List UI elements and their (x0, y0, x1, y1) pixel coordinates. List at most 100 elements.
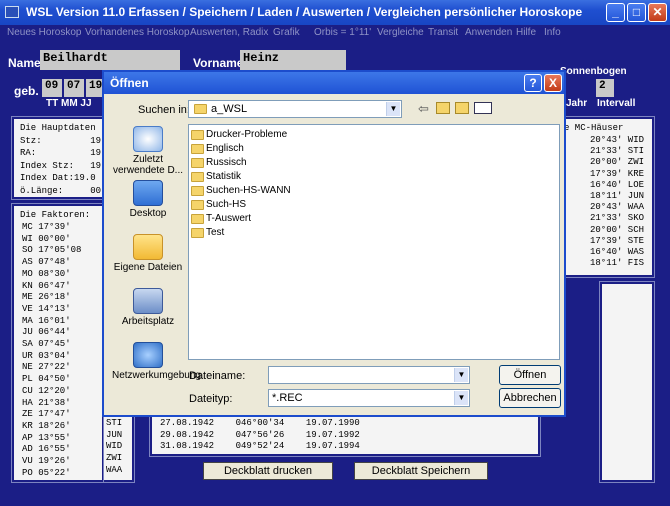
desktop-icon (133, 180, 163, 206)
menu-neues-horoskop[interactable]: Neues Horoskop (7, 27, 81, 38)
close-button[interactable]: ✕ (648, 3, 667, 22)
hauptdaten-panel: Die Hauptdaten Stz: 19 RA: 19 Index Stz: 19… (11, 116, 105, 200)
place-recent-label: Zuletzt verwendete D... (112, 154, 184, 176)
back-arrow-icon[interactable]: ⇦ (418, 101, 429, 117)
folder-item[interactable]: Such-HS (191, 199, 331, 212)
folder-item[interactable]: Drucker-Probleme (191, 129, 331, 142)
sign-cell: STI (106, 418, 123, 428)
geb-label: geb. (14, 84, 39, 98)
hauptdaten-line: RA: 19 (20, 148, 102, 158)
day-field[interactable]: 09 (42, 79, 62, 97)
app-icon (5, 6, 19, 18)
filename-label: Dateiname: (189, 370, 246, 382)
sign-cell: WAA (106, 464, 123, 475)
haus-row: 18°11' FIS (590, 258, 645, 269)
place-recent[interactable]: Zuletzt verwendete D... (112, 126, 184, 176)
vorname-field[interactable]: Heinz (240, 50, 346, 70)
menu-auswerten-radix[interactable]: Auswerten, Radix (190, 27, 268, 38)
filename-input[interactable]: ▼ (268, 366, 470, 384)
faktor-row: AS 07°48' (22, 257, 71, 268)
place-documents[interactable]: Eigene Dateien (112, 234, 184, 273)
folder-name: Suchen-HS-WANN (206, 185, 291, 196)
faktor-row: MA 16°01' (22, 315, 71, 326)
folder-item[interactable]: Statistik (191, 171, 331, 184)
menu-vorhandenes-horoskop[interactable]: Vorhandenes Horoskop (85, 27, 190, 38)
main-titlebar: WSL Version 11.0 Erfassen / Speichern / … (0, 0, 670, 25)
menu-hilfe[interactable]: Hilfe (516, 27, 536, 38)
maximize-button[interactable]: □ (627, 3, 646, 22)
faktor-row: MC 17°39' (22, 222, 71, 232)
deckblatt-drucken-button[interactable]: Deckblatt drucken (203, 462, 333, 480)
date-row: 31.08.1942 049°52'24 19.07.1994 (160, 441, 360, 452)
folder-name: Such-HS (206, 199, 247, 210)
folder-name: Statistik (206, 171, 242, 182)
menu-anwenden[interactable]: Anwenden (465, 27, 512, 38)
folder-item[interactable]: T-Auswert (191, 213, 331, 226)
faktoren-title: Die Faktoren: (20, 210, 91, 220)
chevron-down-icon[interactable]: ▼ (454, 368, 468, 382)
faktor-row: AD 16°55' (22, 444, 71, 455)
hauptdaten-line: ö.Länge: 00 (20, 185, 102, 196)
folder-item[interactable]: Russisch (191, 157, 331, 170)
folder-icon (191, 172, 204, 182)
folder-icon (191, 158, 204, 168)
lookin-combo[interactable]: a_WSL ▼ (188, 100, 402, 118)
menu-info[interactable]: Info (544, 27, 561, 38)
faktor-row: NE 27°22' (22, 362, 71, 373)
deckblatt-speichern-button[interactable]: Deckblatt Speichern (354, 462, 488, 480)
place-network[interactable]: Netzwerkumgebung (112, 342, 201, 381)
menu-vergleiche[interactable]: Vergleiche (377, 27, 424, 38)
folder-icon (191, 200, 204, 210)
folder-icon (191, 130, 204, 140)
haus-row: 20°43' WAA (590, 202, 645, 213)
right-blank-panel (599, 281, 655, 483)
menu-transit[interactable]: Transit (428, 27, 458, 38)
hauptdaten-line: Stz: 19 (20, 135, 102, 146)
faktor-row: AP 13°55' (22, 432, 71, 443)
haus-row: 21°33' SKO (590, 213, 645, 224)
faktor-row: HA 21°38' (22, 397, 71, 408)
folder-item[interactable]: Suchen-HS-WANN (191, 185, 331, 198)
month-field[interactable]: 07 (64, 79, 84, 97)
dialog-close-button[interactable]: X (544, 74, 562, 92)
faktor-row: PO 05°22' (22, 467, 71, 478)
faktor-row: VU 19°26' (22, 456, 71, 466)
faktor-row: CU 12°20' (22, 385, 71, 396)
folder-name: Englisch (206, 143, 244, 154)
chevron-down-icon[interactable]: ▼ (386, 102, 400, 116)
hauptdaten-line: Index Stz: 19 (20, 160, 102, 171)
place-desktop-label: Desktop (129, 208, 167, 219)
name-field[interactable]: Beilhardt (40, 50, 180, 70)
sonnenbogen-field[interactable]: 2 (596, 79, 614, 97)
new-folder-icon[interactable] (455, 102, 469, 114)
place-computer[interactable]: Arbeitsplatz (112, 288, 184, 327)
haus-row: 17°39' STE (590, 235, 645, 246)
sign-cell: JUN (106, 429, 123, 440)
intervall-label: Intervall (597, 98, 636, 109)
view-menu-icon[interactable] (474, 102, 492, 114)
faktor-row: KR 18°26' (22, 420, 71, 431)
haus-row: 20°43' WID (590, 135, 645, 145)
place-desktop[interactable]: Desktop (112, 180, 184, 219)
chevron-down-icon[interactable]: ▼ (454, 391, 468, 405)
folder-name: Test (206, 227, 225, 238)
jahr-label: Jahr (566, 98, 588, 109)
menu-grafik[interactable]: Grafik (273, 27, 300, 38)
faktor-row: SO 17°05'08 (22, 245, 82, 256)
cancel-button[interactable]: Abbrechen (499, 388, 561, 408)
menu-orbis[interactable]: Orbis = 1°11' (314, 27, 371, 38)
up-folder-icon[interactable] (436, 102, 450, 114)
folder-item[interactable]: Test (191, 227, 331, 240)
faktor-row: JU 06°44' (22, 327, 71, 338)
open-dialog: Öffnen ? X Suchen in: a_WSL ▼ ⇦ Zuletzt … (102, 70, 566, 417)
file-list[interactable]: Drucker-Probleme Englisch Russisch Statisti… (188, 124, 560, 360)
faktoren-panel: Die Faktoren: MC 17°39' WI 00°00' SO 17°05… (11, 203, 105, 483)
folder-name: Russisch (206, 157, 247, 168)
minimize-button[interactable]: _ (606, 3, 625, 22)
faktor-row: MO 08°30' (22, 268, 71, 279)
help-button[interactable]: ? (524, 74, 542, 92)
open-button[interactable]: Öffnen (499, 365, 561, 385)
haus-row: 16°40' LOE (590, 179, 645, 190)
folder-item[interactable]: Englisch (191, 143, 331, 156)
filetype-select[interactable]: *.REC ▼ (268, 389, 470, 407)
